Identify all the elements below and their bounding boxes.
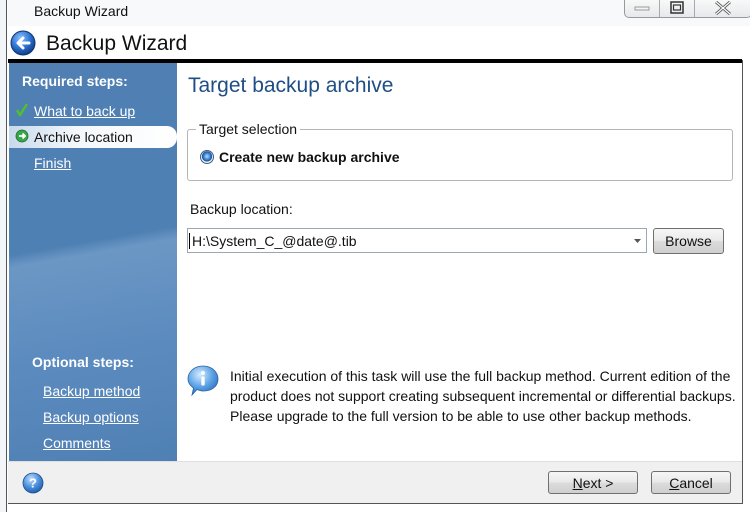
back-button[interactable] (10, 30, 36, 56)
window-frame-bottom (8, 503, 743, 504)
checkmark-icon (15, 103, 29, 117)
window-frame-right (742, 60, 743, 504)
info-message: Initial execution of this task will use … (230, 368, 736, 424)
backup-location-label: Backup location: (190, 201, 293, 217)
required-steps-heading: Required steps: (22, 73, 128, 89)
info-icon (187, 365, 219, 397)
steps-sidebar: Required steps: What to back up Archive … (9, 63, 177, 461)
next-button[interactable]: Next > (548, 471, 638, 494)
close-button[interactable] (695, 0, 750, 17)
caption-buttons (624, 0, 750, 18)
window-frame-left (0, 0, 7, 512)
step-backup-method[interactable]: Backup method (43, 383, 140, 399)
help-icon[interactable]: ? (22, 472, 44, 494)
step-backup-options[interactable]: Backup options (43, 409, 139, 425)
backup-location-combobox[interactable]: H:\System_C_@date@.tib (187, 228, 647, 253)
target-selection-group: Target selection Create new backup archi… (187, 121, 733, 181)
step-finish[interactable]: Finish (9, 152, 177, 174)
cancel-accelerator: C (669, 474, 680, 491)
wizard-footer: ? Next > Cancel (8, 461, 742, 503)
page-title: Target backup archive (188, 74, 394, 97)
main-panel: Target backup archive Target selection C… (177, 63, 742, 461)
backup-location-input[interactable]: H:\System_C_@date@.tib (189, 232, 628, 249)
svg-text:?: ? (29, 476, 37, 491)
next-accelerator: N (572, 474, 583, 491)
window-title: Backup Wizard (34, 3, 129, 19)
restore-icon (670, 1, 684, 14)
cancel-label: ancel (679, 474, 713, 491)
dropdown-button[interactable] (628, 229, 646, 252)
chevron-down-icon (633, 238, 641, 243)
minimize-icon (634, 6, 650, 10)
radio-label: Create new backup archive (219, 149, 400, 165)
browse-button[interactable]: Browse (653, 228, 724, 254)
title-bar[interactable]: Backup Wizard (8, 0, 750, 26)
step-label[interactable]: What to back up (34, 103, 135, 119)
step-archive-location[interactable]: Archive location (9, 126, 177, 148)
step-label[interactable]: Finish (34, 155, 71, 171)
maximize-button[interactable] (660, 0, 695, 17)
create-new-archive-radio[interactable]: Create new backup archive (200, 149, 400, 165)
cancel-button[interactable]: Cancel (651, 471, 731, 494)
radio-button-selected[interactable] (200, 150, 214, 164)
wizard-title: Backup Wizard (46, 32, 188, 55)
arrow-right-icon (15, 129, 29, 143)
wizard-header: Backup Wizard (8, 26, 750, 60)
minimize-button[interactable] (625, 0, 660, 17)
group-legend: Target selection (196, 121, 301, 137)
back-arrow-icon (10, 30, 36, 56)
next-label: ext > (582, 474, 614, 491)
close-icon (715, 0, 731, 15)
step-what-to-back-up[interactable]: What to back up (9, 100, 177, 122)
optional-steps-heading: Optional steps: (32, 354, 134, 370)
step-comments[interactable]: Comments (43, 435, 111, 451)
step-label[interactable]: Archive location (34, 129, 133, 145)
